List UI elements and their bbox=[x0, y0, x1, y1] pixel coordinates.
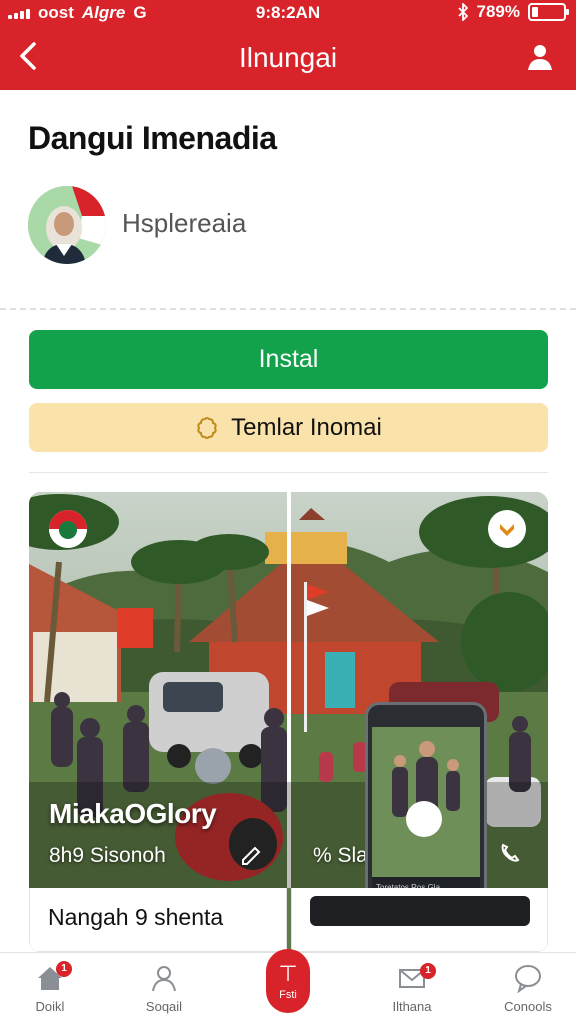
publisher-name[interactable]: Hsplereaia bbox=[122, 208, 246, 239]
battery-level bbox=[532, 7, 538, 17]
mail-badge: 1 bbox=[420, 963, 436, 979]
tab-home[interactable]: 1 Doikl bbox=[0, 953, 100, 1024]
center-action-button[interactable]: ⊤ Fsti bbox=[266, 949, 310, 1013]
screenshot-gallery[interactable]: MiakaOGlory 8h9 Sisonoh % Slau Toretatos… bbox=[29, 492, 548, 952]
region-flag-badge bbox=[49, 510, 87, 548]
page-title: Ilnungai bbox=[238, 42, 338, 73]
content-divider bbox=[29, 472, 548, 473]
status-right: 789% bbox=[457, 2, 569, 22]
flag-badge-icon bbox=[49, 510, 87, 548]
tab-chat[interactable]: Conools bbox=[478, 953, 576, 1024]
user-profile-button[interactable] bbox=[522, 40, 558, 76]
puzzle-icon bbox=[197, 416, 217, 439]
bookmark-icon bbox=[500, 524, 514, 536]
bluetooth-icon bbox=[457, 3, 468, 21]
tab-social[interactable]: Soqail bbox=[114, 953, 214, 1024]
tab-mail-label: Ilthana bbox=[392, 999, 432, 1014]
secondary-action-button[interactable]: Temlar Inomai bbox=[29, 403, 548, 452]
status-bar: oost Algre G 9:8:2AN 789% bbox=[0, 0, 576, 26]
home-badge: 1 bbox=[56, 961, 72, 977]
avatar-image bbox=[28, 186, 106, 264]
section-divider bbox=[0, 308, 576, 310]
thumbnail-image bbox=[310, 896, 530, 926]
nav-row: Ilnungai bbox=[0, 30, 576, 86]
tab-mail[interactable]: 1 Ilthana bbox=[362, 953, 462, 1024]
edit-icon[interactable] bbox=[239, 842, 263, 866]
publisher-avatar[interactable] bbox=[28, 186, 106, 264]
top-app-bar: oost Algre G 9:8:2AN 789% Ilnungai bbox=[0, 0, 576, 90]
tab-home-label: Doikl bbox=[35, 999, 65, 1014]
bottom-navigation: 1 Doikl Soqail ⊤ Fsti 1 Ilthana Conools bbox=[0, 949, 576, 1024]
battery-icon bbox=[528, 3, 569, 21]
gallery-caption-subtitle: 8h9 Sisonoh bbox=[49, 844, 166, 867]
play-icon[interactable] bbox=[406, 801, 442, 837]
tab-chat-label: Conools bbox=[504, 999, 552, 1014]
center-action-icon: ⊤ bbox=[278, 961, 298, 986]
tab-social-label: Soqail bbox=[145, 999, 183, 1014]
user-profile-icon bbox=[528, 45, 552, 70]
list-item-label: Nangah 9 shenta bbox=[48, 904, 224, 930]
list-item-thumbnail[interactable] bbox=[291, 888, 548, 952]
install-button[interactable]: Instal bbox=[29, 330, 548, 389]
gallery-caption-title: MiakaOGlory bbox=[49, 798, 217, 829]
phone-call-icon[interactable] bbox=[499, 842, 521, 864]
chat-icon bbox=[515, 965, 541, 993]
center-action-label: Fsti bbox=[279, 989, 297, 1001]
person-icon bbox=[152, 966, 176, 992]
battery-percent: 789% bbox=[476, 2, 520, 21]
secondary-action-label: Temlar Inomai bbox=[231, 413, 382, 441]
app-name: Dangui Imenadia bbox=[28, 120, 277, 156]
list-item[interactable]: Nangah 9 shenta bbox=[29, 888, 287, 952]
favorite-badge[interactable] bbox=[488, 510, 526, 548]
